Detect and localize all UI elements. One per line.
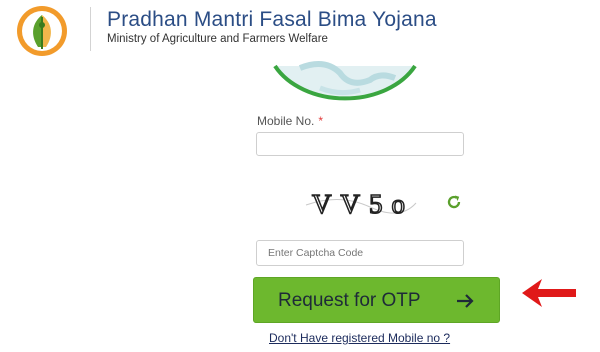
red-arrow-icon: [522, 279, 576, 307]
mobile-number-label: Mobile No. *: [257, 114, 323, 128]
required-marker: *: [318, 114, 324, 128]
mobile-number-input[interactable]: [256, 132, 464, 156]
captcha-image: VV5o: [305, 188, 417, 220]
captcha-input[interactable]: [256, 240, 464, 266]
request-otp-button[interactable]: Request for OTP: [253, 277, 500, 323]
captcha-text: VV5o: [312, 189, 414, 219]
arrow-right-icon: [457, 294, 474, 308]
header-divider: [90, 7, 91, 51]
no-registered-mobile-link[interactable]: Don't Have registered Mobile no ?: [269, 331, 450, 345]
mobile-label-text: Mobile No.: [257, 114, 315, 128]
request-otp-label: Request for OTP: [278, 290, 421, 311]
refresh-captcha-icon[interactable]: [445, 193, 463, 211]
pmfby-logo-icon: [17, 6, 67, 56]
globe-illustration: [273, 61, 417, 101]
